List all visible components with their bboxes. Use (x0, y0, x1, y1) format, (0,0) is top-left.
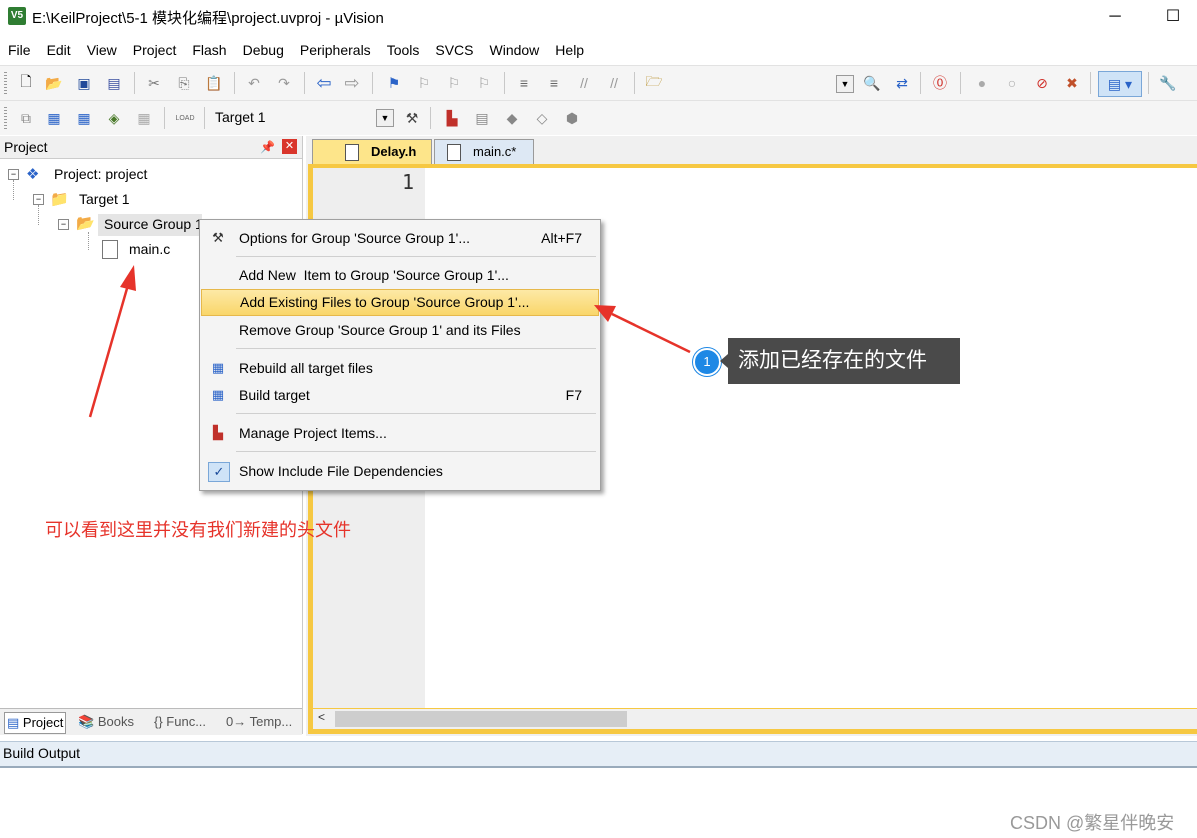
red-arrow-right (611, 312, 691, 354)
watermark: CSDN @繁星伴晚安 (1010, 813, 1175, 833)
callout-text: 添加已经存在的文件 (728, 338, 960, 384)
callout-number-badge: 1 (693, 348, 721, 376)
annotation-arrows (88, 265, 691, 418)
callout-pointer (720, 354, 728, 368)
red-arrow-left-head (120, 265, 136, 291)
red-arrow-left (88, 284, 130, 418)
annotation-note: 可以看到这里并没有我们新建的头文件 (45, 520, 351, 540)
